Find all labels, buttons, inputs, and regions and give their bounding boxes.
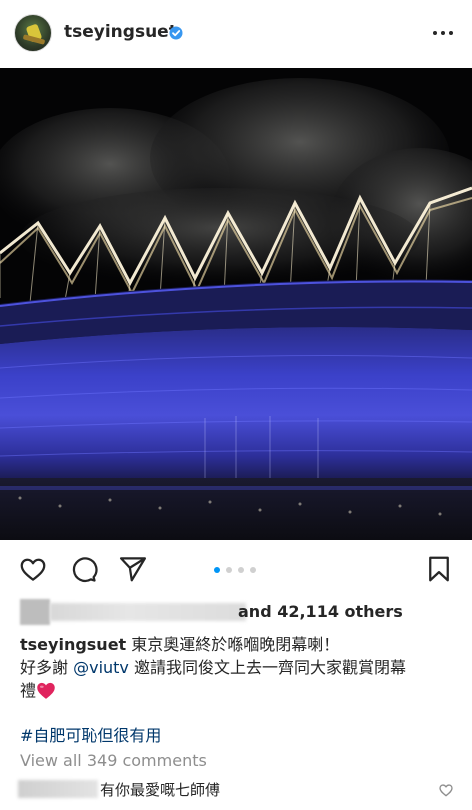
more-options-icon[interactable] — [430, 24, 456, 42]
caption-text-line3: 禮 — [20, 681, 37, 700]
likes-count[interactable]: and 42,114 others — [238, 602, 403, 621]
caption-text-line2b: 邀請我同俊文上去一齊同大家觀賞閉幕 — [128, 658, 406, 677]
post-caption: tseyingsuet 東京奧運終於喺嗰晚閉幕喇！ 好多謝 @viutv 邀請我… — [20, 633, 460, 702]
blurred-liker-name — [50, 603, 246, 621]
view-all-comments-link[interactable]: View all 349 comments — [20, 751, 207, 770]
caption-text-line2a: 好多謝 — [20, 658, 74, 677]
carousel-dot-active — [214, 567, 220, 573]
comment-text: 有你最愛嘅七師傅 — [100, 781, 221, 799]
blurred-commenter-name — [18, 780, 98, 798]
post-username[interactable]: tseyingsuet — [64, 22, 177, 42]
profile-avatar[interactable] — [14, 14, 52, 52]
post-actions-bar — [0, 548, 472, 592]
heart-icon[interactable] — [18, 554, 48, 584]
caption-username[interactable]: tseyingsuet — [20, 635, 126, 654]
post-image[interactable] — [0, 68, 472, 540]
carousel-dot — [250, 567, 256, 573]
heart-emoji-icon — [37, 682, 55, 699]
caption-mention[interactable]: @viutv — [73, 658, 129, 677]
carousel-dot — [226, 567, 232, 573]
caption-text-line1: 東京奧運終於喺嗰晚閉幕喇！ — [126, 635, 340, 654]
verified-badge-icon — [169, 26, 183, 40]
share-icon[interactable] — [118, 554, 148, 584]
comment-row: 有你最愛嘅七師傅 — [14, 776, 464, 804]
caption-hashtag[interactable]: #自肥可恥但很有用 — [20, 722, 161, 746]
post-header: tseyingsuet — [0, 0, 472, 66]
comment-icon[interactable] — [68, 554, 98, 584]
bookmark-icon[interactable] — [424, 554, 454, 584]
comment-like-icon[interactable] — [438, 782, 454, 798]
carousel-dot — [238, 567, 244, 573]
stadium-fireworks-photo — [0, 68, 472, 540]
likes-row: and 42,114 others — [14, 597, 454, 627]
blurred-liker-avatar — [20, 599, 50, 625]
